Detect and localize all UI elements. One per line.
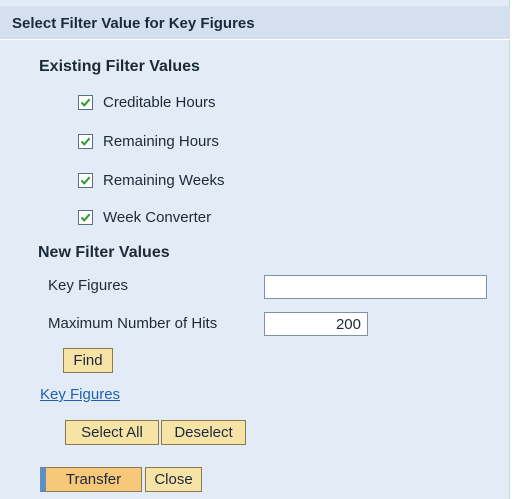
- max-hits-input[interactable]: [264, 312, 368, 336]
- max-hits-label: Maximum Number of Hits: [48, 315, 218, 332]
- existing-filter-heading: Existing Filter Values: [39, 58, 200, 75]
- filter-item-remaining-weeks: Remaining Weeks: [78, 169, 224, 191]
- remaining-weeks-checkbox[interactable]: [78, 172, 93, 188]
- key-figures-field-label: Key Figures: [48, 277, 129, 294]
- dialog-titlebar: Select Filter Value for Key Figures: [0, 6, 510, 40]
- creditable-hours-label: Creditable Hours: [103, 93, 216, 111]
- filter-dialog: Select Filter Value for Key Figures Exis…: [0, 0, 510, 499]
- key-figures-input[interactable]: [264, 275, 487, 299]
- key-figures-link[interactable]: Key Figures: [40, 386, 120, 403]
- filter-item-week-converter: Week Converter: [78, 206, 211, 228]
- transfer-button[interactable]: Transfer: [40, 467, 142, 492]
- remaining-hours-checkbox[interactable]: [78, 133, 93, 149]
- filter-item-creditable-hours: Creditable Hours: [78, 91, 216, 113]
- remaining-weeks-label: Remaining Weeks: [103, 171, 225, 189]
- checkmark-icon: [80, 137, 91, 146]
- close-button[interactable]: Close: [145, 467, 202, 492]
- new-filter-heading: New Filter Values: [38, 244, 170, 261]
- filter-item-remaining-hours: Remaining Hours: [78, 130, 219, 152]
- week-converter-label: Week Converter: [103, 208, 212, 226]
- find-button[interactable]: Find: [63, 348, 113, 373]
- checkmark-icon: [80, 176, 91, 185]
- dialog-title: Select Filter Value for Key Figures: [12, 15, 255, 32]
- remaining-hours-label: Remaining Hours: [103, 132, 219, 150]
- checkmark-icon: [80, 98, 91, 107]
- checkmark-icon: [80, 213, 91, 222]
- week-converter-checkbox[interactable]: [78, 209, 93, 225]
- creditable-hours-checkbox[interactable]: [78, 94, 93, 110]
- select-all-button[interactable]: Select All: [65, 420, 159, 445]
- deselect-button[interactable]: Deselect: [161, 420, 246, 445]
